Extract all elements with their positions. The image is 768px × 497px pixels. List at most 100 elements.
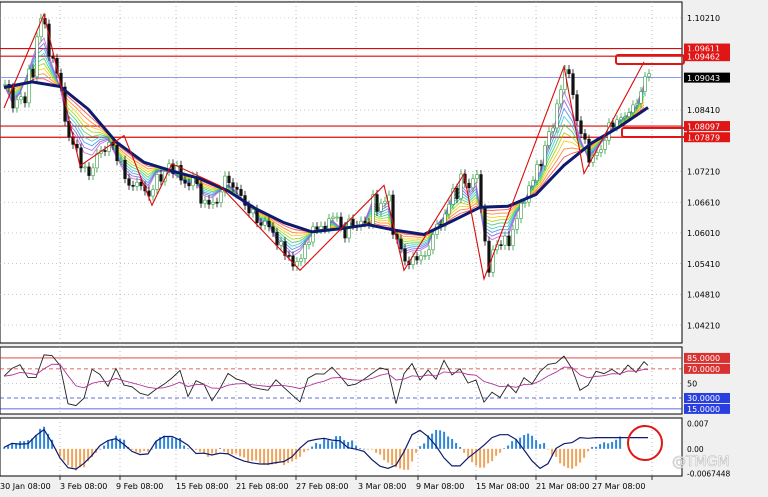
candle-body — [211, 201, 215, 205]
histogram-bar — [599, 444, 602, 449]
candle-body — [139, 181, 143, 187]
histogram-bar — [375, 448, 378, 453]
candle-body — [135, 181, 139, 187]
histogram-bar — [527, 433, 530, 449]
candle-body — [339, 216, 343, 228]
axis-labels: 1.102101.096111.094621.090431.084101.080… — [684, 14, 730, 478]
candle-body — [327, 218, 331, 230]
histogram-bar — [187, 448, 190, 450]
histogram-bar — [315, 443, 318, 449]
candle-body — [547, 131, 551, 146]
candle-body — [583, 133, 587, 140]
candle-body — [475, 174, 479, 179]
histogram-bar — [415, 448, 418, 453]
histogram-bar — [615, 439, 618, 449]
histogram-bar — [331, 441, 334, 449]
histogram-bar — [183, 445, 186, 449]
histogram-bar — [463, 448, 466, 453]
candle-body — [15, 99, 19, 109]
chart-stage: 1.10210 1.09611 1.09462 1.09043 1.08410 1.080… — [0, 0, 768, 493]
histogram-bar — [63, 448, 66, 461]
histogram-bar — [559, 448, 562, 464]
histogram-bar — [363, 448, 366, 450]
price-axis-label: 1.09043 — [687, 74, 720, 83]
histogram-bar — [603, 442, 606, 449]
histogram-bar — [211, 448, 214, 454]
histogram-bar — [107, 440, 110, 449]
histogram-bar — [263, 448, 266, 465]
candle-body — [371, 194, 375, 225]
histogram-bar — [495, 448, 498, 456]
candle-body — [263, 220, 267, 226]
candle-body — [115, 145, 119, 162]
histogram-bar — [355, 445, 358, 449]
candle-body — [19, 96, 23, 101]
price-axis-label: 1.08410 — [687, 106, 720, 115]
histogram-bar — [275, 448, 278, 465]
candle-body — [267, 220, 271, 228]
histogram-bar — [239, 448, 242, 457]
histogram-bar — [219, 448, 222, 449]
candle-body — [31, 68, 35, 78]
histogram-bar — [163, 435, 166, 449]
price-axis-label: 1.09462 — [687, 52, 720, 61]
histogram-bar — [619, 436, 622, 449]
oscillator-axis-label: 15.0000 — [687, 405, 720, 414]
candle-body — [527, 185, 531, 203]
histogram-bar — [567, 448, 570, 469]
candle-body — [579, 120, 583, 134]
candle-body — [91, 167, 95, 176]
candle-body — [511, 229, 515, 247]
candle-body — [575, 94, 579, 122]
histogram-bar — [455, 443, 458, 449]
histogram-bar — [59, 448, 62, 457]
candle-body — [319, 225, 323, 230]
candle-body — [415, 256, 419, 261]
histogram-bar — [119, 438, 122, 449]
histogram-bar — [483, 448, 486, 468]
candle-body — [279, 241, 283, 246]
histogram-bar — [439, 430, 442, 449]
histogram-bar — [419, 446, 422, 449]
histogram-bar — [83, 448, 86, 468]
histogram-bar — [75, 448, 78, 471]
candle-body — [159, 174, 163, 182]
x-axis-label: 27 Feb 08:00 — [296, 482, 348, 491]
candle-body — [431, 234, 435, 251]
x-axis-label: 15 Mar 08:00 — [476, 482, 529, 491]
candle-body — [543, 145, 547, 167]
candle-body — [331, 216, 335, 219]
candle-body — [383, 200, 387, 204]
histogram-bar — [27, 440, 30, 449]
histogram-bar — [327, 440, 330, 449]
candle-body — [239, 189, 243, 196]
candle-body — [375, 194, 379, 212]
histogram-bar — [267, 448, 270, 466]
candle-body — [507, 235, 511, 247]
candle-body — [539, 164, 543, 167]
candle-body — [531, 180, 535, 187]
histogram-bar — [135, 448, 138, 452]
x-axis-label: 9 Feb 08:00 — [116, 482, 163, 491]
histogram-bar — [451, 439, 454, 449]
histogram-bar — [503, 448, 506, 450]
histogram-bar — [543, 443, 546, 449]
histogram-bar — [339, 436, 342, 449]
candle-body — [571, 73, 575, 95]
histogram-bar — [487, 448, 490, 464]
candle-body — [471, 178, 475, 189]
histogram-bar — [531, 435, 534, 449]
histogram-axis-label: -0.0067448 — [687, 469, 730, 478]
histogram-bar — [299, 448, 302, 457]
candle-body — [35, 36, 39, 78]
histogram-bar — [491, 448, 494, 462]
candle-body — [83, 166, 87, 169]
candle-body — [351, 218, 355, 226]
histogram-bar — [535, 440, 538, 449]
oscillator-axis-label: 85.0000 — [687, 354, 720, 363]
candle-body — [379, 202, 383, 212]
histogram-bar — [207, 448, 210, 457]
histogram-bar — [391, 448, 394, 466]
histogram-bar — [287, 448, 290, 463]
candle-body — [611, 122, 615, 128]
